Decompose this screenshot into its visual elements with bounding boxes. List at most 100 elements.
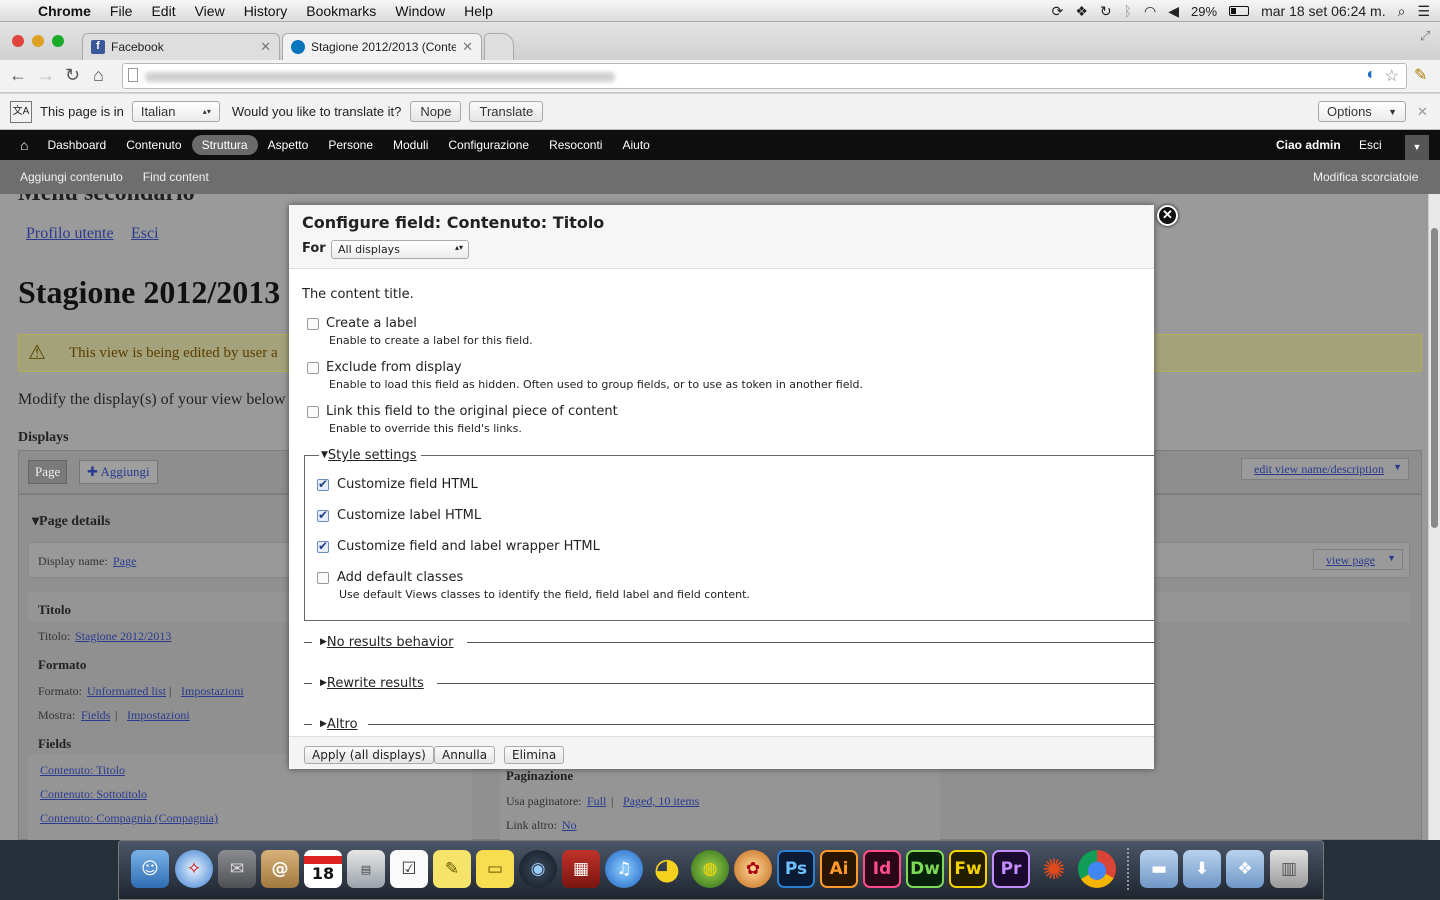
reminders-icon[interactable]: ☑ (390, 850, 428, 888)
edit-view-name-link[interactable]: edit view name/description (1254, 462, 1384, 476)
chrome-icon[interactable]: ● (1078, 850, 1116, 888)
illustrator-icon[interactable]: Ai (820, 850, 858, 888)
volume-icon[interactable]: ◀ (1168, 3, 1179, 20)
tab-close-icon[interactable]: ✕ (462, 39, 473, 55)
tab-facebook[interactable]: f Facebook ✕ (82, 33, 280, 60)
downloads-folder-icon[interactable]: ⬇ (1183, 850, 1221, 888)
display-name-value[interactable]: Page (113, 554, 136, 569)
indesign-icon[interactable]: Id (863, 850, 901, 888)
formato-settings-link[interactable]: Impostazioni (181, 684, 244, 699)
edit-view-name-dropbutton[interactable]: edit view name/description ▼ (1241, 458, 1409, 480)
toolbar-configurazione[interactable]: Configurazione (448, 135, 529, 155)
toolbar-moduli[interactable]: Moduli (393, 135, 428, 155)
folder-icon[interactable]: ▬ (1140, 850, 1178, 888)
calendar-icon[interactable]: 18 (304, 850, 342, 888)
rewrite-results-legend[interactable]: ▶Rewrite results (320, 676, 424, 691)
forward-icon[interactable]: → (37, 65, 55, 86)
field-link-titolo[interactable]: Contenuto: Titolo (40, 763, 125, 778)
create-label-option[interactable]: Create a label (326, 316, 417, 331)
customize-label-html-checkbox[interactable] (317, 508, 329, 522)
menu-app-name[interactable]: Chrome (38, 3, 91, 19)
menu-view[interactable]: View (195, 3, 225, 19)
menu-file[interactable]: File (110, 3, 133, 19)
default-classes-checkbox[interactable] (317, 572, 329, 584)
page-details-toggle[interactable]: ▾Page details (32, 513, 110, 530)
link-altro-value-link[interactable]: No (562, 818, 577, 833)
customize-label-html-option[interactable]: Customize label HTML (337, 508, 481, 523)
no-results-legend[interactable]: ▶No results behavior (320, 635, 453, 650)
reload-icon[interactable]: ↻ (65, 65, 80, 86)
back-icon[interactable]: ← (9, 65, 27, 86)
notes-icon[interactable]: ✎ (433, 850, 471, 888)
language-select[interactable]: Italian ▴▾ (131, 101, 220, 122)
dropbox-folder-icon[interactable]: ❖ (1226, 850, 1264, 888)
window-close-icon[interactable] (12, 35, 24, 47)
menu-edit[interactable]: Edit (151, 3, 175, 19)
display-tab-page[interactable]: Page (28, 460, 68, 484)
menu-history[interactable]: History (244, 3, 288, 19)
customize-field-html-checkbox[interactable] (317, 477, 329, 491)
pulp-icon[interactable]: ▤ (347, 850, 385, 888)
field-link-compagnia[interactable]: Contenuto: Compagnia (Compagnia) (40, 811, 218, 826)
dialog-close-icon[interactable]: ✕ (1157, 205, 1178, 226)
tab-close-icon[interactable]: ✕ (260, 39, 271, 55)
mostra-settings-link[interactable]: Impostazioni (127, 708, 190, 723)
toolbar-struttura[interactable]: Struttura (191, 135, 258, 155)
default-classes-option[interactable]: Add default classes (337, 570, 463, 585)
link-content-option[interactable]: Link this field to the original piece of… (326, 404, 618, 419)
profile-link[interactable]: Profilo utente (26, 225, 114, 243)
shortcut-add-content[interactable]: Aggiungi contenuto (20, 170, 123, 184)
view-page-dropbutton[interactable]: view page ▼ (1313, 549, 1403, 570)
customize-wrapper-html-checkbox[interactable] (317, 539, 329, 553)
toolbar-dashboard[interactable]: Dashboard (47, 135, 106, 155)
trash-icon[interactable]: ▥ (1270, 850, 1308, 888)
formato-value-link[interactable]: Unformatted list (87, 684, 166, 699)
chevron-down-icon[interactable]: ▼ (1393, 462, 1402, 472)
photoshop-icon[interactable]: Ps (777, 850, 815, 888)
time-machine-icon[interactable]: ↻ (1100, 3, 1112, 20)
cancel-button[interactable]: Annulla (434, 746, 496, 764)
translate-button[interactable]: Translate (469, 101, 544, 122)
field-link-sottotitolo[interactable]: Contenuto: Sottotitolo (40, 787, 147, 802)
translate-icon[interactable]: ◐ (1366, 66, 1376, 84)
camera-icon[interactable]: ◉ (519, 850, 557, 888)
toolbar-contenuto[interactable]: Contenuto (126, 135, 181, 155)
wifi-icon[interactable]: ◠ (1144, 3, 1156, 20)
link-content-checkbox[interactable] (307, 406, 319, 418)
photo-booth-icon[interactable]: ▦ (562, 850, 600, 888)
altro-legend[interactable]: ▶Altro (320, 717, 358, 732)
customize-wrapper-html-option[interactable]: Customize field and label wrapper HTML (337, 539, 600, 554)
mostra-value-link[interactable]: Fields (81, 708, 110, 723)
window-zoom-icon[interactable] (52, 35, 64, 47)
customize-field-html-option[interactable]: Customize field HTML (337, 477, 478, 492)
logout-link[interactable]: Esci (1359, 138, 1382, 152)
create-label-checkbox[interactable] (307, 318, 319, 330)
shortcut-find-content[interactable]: Find content (143, 170, 209, 184)
contacts-icon[interactable]: @ (261, 850, 299, 888)
mail-icon[interactable]: ✉ (218, 850, 256, 888)
exclude-display-option[interactable]: Exclude from display (326, 360, 462, 375)
toolbar-persone[interactable]: Persone (328, 135, 373, 155)
for-display-select[interactable]: All displays ▴▾ (331, 240, 469, 259)
add-display-button[interactable]: ✚ Aggiungi (79, 460, 158, 484)
spotlight-icon[interactable]: ⌕ (1398, 3, 1406, 20)
battery-icon[interactable] (1229, 6, 1250, 16)
finder-icon[interactable]: ☺ (131, 850, 169, 888)
pager-items-link[interactable]: Paged, 10 items (623, 794, 699, 809)
itunes-icon[interactable]: ♫ (605, 850, 643, 888)
apply-button[interactable]: Apply (all displays) (304, 746, 434, 764)
colorful-app-icon[interactable]: ✺ (1035, 850, 1073, 888)
style-settings-legend[interactable]: ▼Style settings (319, 448, 421, 463)
notification-center-icon[interactable]: ☰ (1417, 3, 1430, 20)
new-tab-button[interactable] (484, 33, 514, 60)
bluetooth-icon[interactable]: ᛒ (1124, 3, 1132, 19)
toolbar-aiuto[interactable]: Aiuto (622, 135, 649, 155)
premiere-icon[interactable]: Pr (992, 850, 1030, 888)
clock[interactable]: mar 18 set 06:24 m. (1261, 3, 1386, 19)
view-page-link[interactable]: view page (1326, 553, 1375, 567)
painting-app-icon[interactable]: ✿ (734, 850, 772, 888)
address-bar[interactable]: ◐ ☆ (122, 63, 1407, 89)
logout-page-link[interactable]: Esci (131, 225, 159, 243)
safari-icon[interactable]: ✧ (175, 850, 213, 888)
shortcuts-toggle-icon[interactable]: ▼ (1405, 135, 1429, 160)
